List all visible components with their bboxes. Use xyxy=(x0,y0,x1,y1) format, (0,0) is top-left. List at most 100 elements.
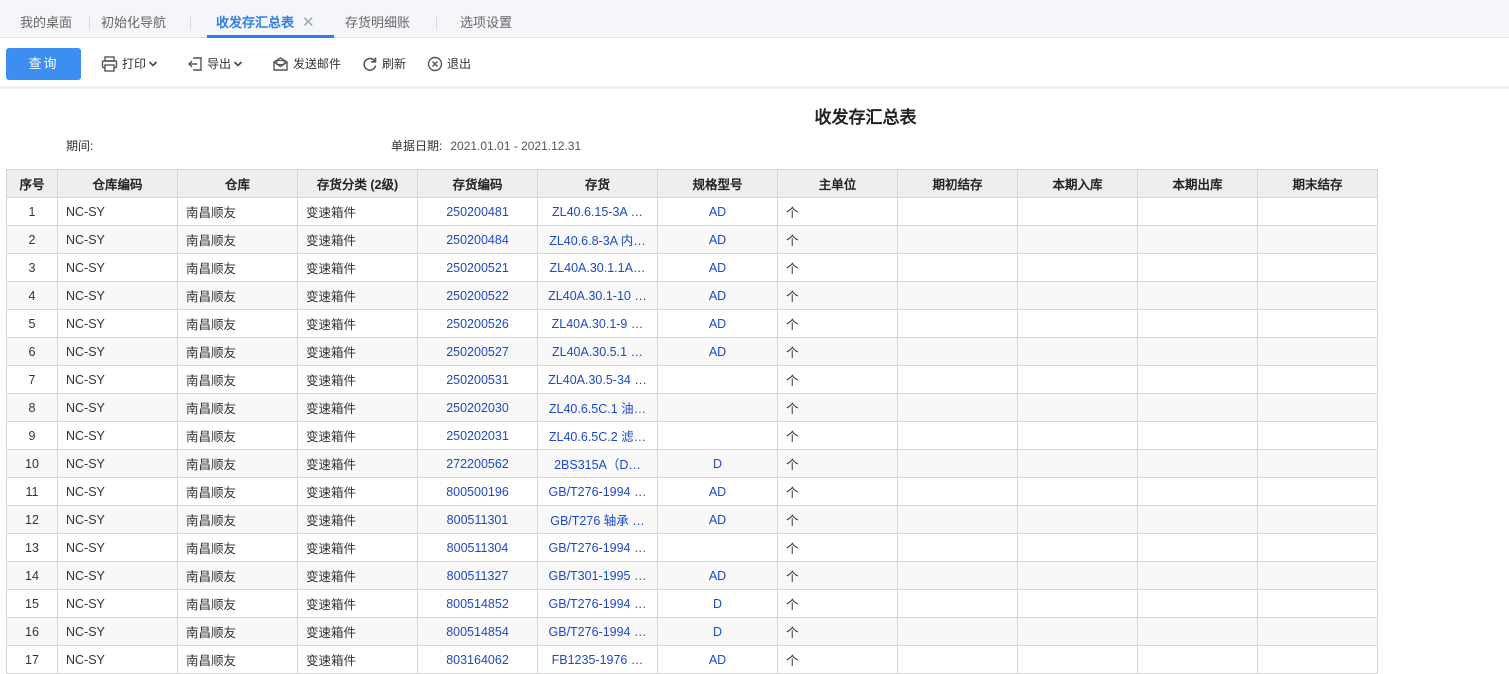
tab-separator xyxy=(436,16,437,30)
print-button[interactable]: 打印 xyxy=(101,54,158,74)
cell-item-code[interactable]: 272200562 xyxy=(417,449,538,478)
table-row[interactable]: 10 NC-SY 南昌顺友 变速箱件 272200562 2BS315A（D… D 个 xyxy=(6,449,1378,478)
tab-inventory-ledger[interactable]: 存货明细账 xyxy=(345,0,410,38)
cell-item-code[interactable]: 800500196 xyxy=(417,477,538,506)
cell-unit: 个 xyxy=(777,253,898,282)
tab-desktop[interactable]: 我的桌面 xyxy=(20,0,72,38)
header-period-out[interactable]: 本期出库 xyxy=(1137,169,1258,198)
cell-closing-balance xyxy=(1257,617,1378,646)
refresh-button[interactable]: 刷新 xyxy=(362,54,406,74)
table-row[interactable]: 8 NC-SY 南昌顺友 变速箱件 250202030 ZL40.6.5C.1 油… 个 xyxy=(6,393,1378,422)
table-row[interactable]: 16 NC-SY 南昌顺友 变速箱件 800514854 GB/T276-1994 … D 个 xyxy=(6,617,1378,646)
cell-item-code[interactable]: 800511301 xyxy=(417,505,538,534)
table-row[interactable]: 2 NC-SY 南昌顺友 变速箱件 250200484 ZL40.6.8-3A 内… AD 个 xyxy=(6,225,1378,254)
cell-item[interactable]: GB/T276-1994 … xyxy=(537,617,658,646)
header-closing-balance[interactable]: 期末结存 xyxy=(1257,169,1378,198)
table-row[interactable]: 5 NC-SY 南昌顺友 变速箱件 250200526 ZL40A.30.1-9 … AD 个 xyxy=(6,309,1378,338)
cell-opening-balance xyxy=(897,449,1018,478)
tab-bar: 我的桌面 初始化导航 收发存汇总表 ✕ 存货明细账 选项设置 xyxy=(0,0,1509,38)
header-warehouse[interactable]: 仓库 xyxy=(177,169,298,198)
header-warehouse-code[interactable]: 仓库编码 xyxy=(57,169,178,198)
table-row[interactable]: 1 NC-SY 南昌顺友 变速箱件 250200481 ZL40.6.15-3A … AD 个 xyxy=(6,197,1378,226)
cell-item[interactable]: ZL40.6.15-3A … xyxy=(537,197,658,226)
cell-item[interactable]: ZL40.6.8-3A 内… xyxy=(537,225,658,254)
table-row[interactable]: 13 NC-SY 南昌顺友 变速箱件 800511304 GB/T276-1994 … 个 xyxy=(6,533,1378,562)
cell-item[interactable]: ZL40A.30.1-9 … xyxy=(537,309,658,338)
cell-item[interactable]: GB/T276 轴承 … xyxy=(537,505,658,534)
cell-item-code[interactable]: 800514852 xyxy=(417,589,538,618)
cell-opening-balance xyxy=(897,225,1018,254)
header-item-code[interactable]: 存货编码 xyxy=(417,169,538,198)
header-category[interactable]: 存货分类 (2级) xyxy=(297,169,418,198)
header-opening-balance[interactable]: 期初结存 xyxy=(897,169,1018,198)
cell-item[interactable]: ZL40A.30.5-34 … xyxy=(537,365,658,394)
table-row[interactable]: 9 NC-SY 南昌顺友 变速箱件 250202031 ZL40.6.5C.2 滤… 个 xyxy=(6,421,1378,450)
tab-init-nav[interactable]: 初始化导航 xyxy=(101,0,166,38)
cell-seq: 5 xyxy=(6,309,58,338)
cell-item-code[interactable]: 250200484 xyxy=(417,225,538,254)
cell-item[interactable]: ZL40A.30.1.1A… xyxy=(537,253,658,282)
cell-item-code[interactable]: 250200526 xyxy=(417,309,538,338)
table-row[interactable]: 14 NC-SY 南昌顺友 变速箱件 800511327 GB/T301-1995 … AD… xyxy=(6,561,1378,590)
cell-item-code[interactable]: 250200527 xyxy=(417,337,538,366)
export-button[interactable]: 导出 xyxy=(187,54,243,74)
cell-item[interactable]: FB1235-1976 … xyxy=(537,645,658,674)
cell-period-in xyxy=(1017,589,1138,618)
cell-opening-balance xyxy=(897,393,1018,422)
tab-options[interactable]: 选项设置 xyxy=(460,0,512,38)
send-email-button[interactable]: 发送邮件 xyxy=(272,54,341,74)
cell-item[interactable]: GB/T301-1995 … xyxy=(537,561,658,590)
cell-unit: 个 xyxy=(777,337,898,366)
cell-closing-balance xyxy=(1257,505,1378,534)
cell-seq: 10 xyxy=(6,449,58,478)
exit-label: 退出 xyxy=(447,57,472,71)
cell-item-code[interactable]: 250200521 xyxy=(417,253,538,282)
table-row[interactable]: 3 NC-SY 南昌顺友 变速箱件 250200521 ZL40A.30.1.1A… AD 个 xyxy=(6,253,1378,282)
cell-item[interactable]: GB/T276-1994 … xyxy=(537,589,658,618)
cell-item[interactable]: ZL40A.30.5.1 … xyxy=(537,337,658,366)
table-row[interactable]: 15 NC-SY 南昌顺友 变速箱件 800514852 GB/T276-1994 … D 个 xyxy=(6,589,1378,618)
cell-item-code[interactable]: 250202031 xyxy=(417,421,538,450)
cell-item[interactable]: ZL40.6.5C.1 油… xyxy=(537,393,658,422)
table-row[interactable]: 7 NC-SY 南昌顺友 变速箱件 250200531 ZL40A.30.5-34 … 个 xyxy=(6,365,1378,394)
tab-summary-report[interactable]: 收发存汇总表 ✕ xyxy=(207,0,334,38)
header-period-in[interactable]: 本期入库 xyxy=(1017,169,1138,198)
cell-item-code[interactable]: 250200531 xyxy=(417,365,538,394)
cell-closing-balance xyxy=(1257,309,1378,338)
cell-item-code[interactable]: 250200481 xyxy=(417,197,538,226)
table-row[interactable]: 17 NC-SY 南昌顺友 变速箱件 803164062 FB1235-1976 … AD 个 xyxy=(6,645,1378,674)
cell-item-code[interactable]: 250202030 xyxy=(417,393,538,422)
header-spec[interactable]: 规格型号 xyxy=(657,169,778,198)
table-row[interactable]: 4 NC-SY 南昌顺友 变速箱件 250200522 ZL40A.30.1-10 … AD… xyxy=(6,281,1378,310)
cell-unit: 个 xyxy=(777,225,898,254)
cell-closing-balance xyxy=(1257,449,1378,478)
cell-seq: 4 xyxy=(6,281,58,310)
refresh-label: 刷新 xyxy=(382,57,407,71)
cell-closing-balance xyxy=(1257,253,1378,282)
cell-item[interactable]: GB/T276-1994 … xyxy=(537,477,658,506)
cell-item-code[interactable]: 803164062 xyxy=(417,645,538,674)
table-row[interactable]: 12 NC-SY 南昌顺友 变速箱件 800511301 GB/T276 轴承 … AD 个 xyxy=(6,505,1378,534)
cell-item[interactable]: 2BS315A（D… xyxy=(537,449,658,478)
exit-button[interactable]: 退出 xyxy=(427,54,471,74)
cell-item[interactable]: ZL40A.30.1-10 … xyxy=(537,281,658,310)
cell-item-code[interactable]: 800514854 xyxy=(417,617,538,646)
date-filter: 单据日期: 2021.01.01 - 2021.12.31 xyxy=(391,137,581,154)
query-button[interactable]: 查询 xyxy=(6,48,81,80)
table-row[interactable]: 11 NC-SY 南昌顺友 变速箱件 800500196 GB/T276-1994 … AD… xyxy=(6,477,1378,506)
close-icon[interactable]: ✕ xyxy=(302,14,315,31)
header-unit[interactable]: 主单位 xyxy=(777,169,898,198)
cell-item-code[interactable]: 800511304 xyxy=(417,533,538,562)
cell-item[interactable]: GB/T276-1994 … xyxy=(537,533,658,562)
cell-seq: 6 xyxy=(6,337,58,366)
cell-period-out xyxy=(1137,225,1258,254)
table-row[interactable]: 6 NC-SY 南昌顺友 变速箱件 250200527 ZL40A.30.5.1 … AD 个 xyxy=(6,337,1378,366)
tab-label: 初始化导航 xyxy=(101,15,167,30)
header-seq[interactable]: 序号 xyxy=(6,169,58,198)
tab-separator xyxy=(190,16,191,30)
cell-category: 变速箱件 xyxy=(297,393,418,422)
header-item[interactable]: 存货 xyxy=(537,169,658,198)
cell-item-code[interactable]: 250200522 xyxy=(417,281,538,310)
cell-item[interactable]: ZL40.6.5C.2 滤… xyxy=(537,421,658,450)
cell-item-code[interactable]: 800511327 xyxy=(417,561,538,590)
